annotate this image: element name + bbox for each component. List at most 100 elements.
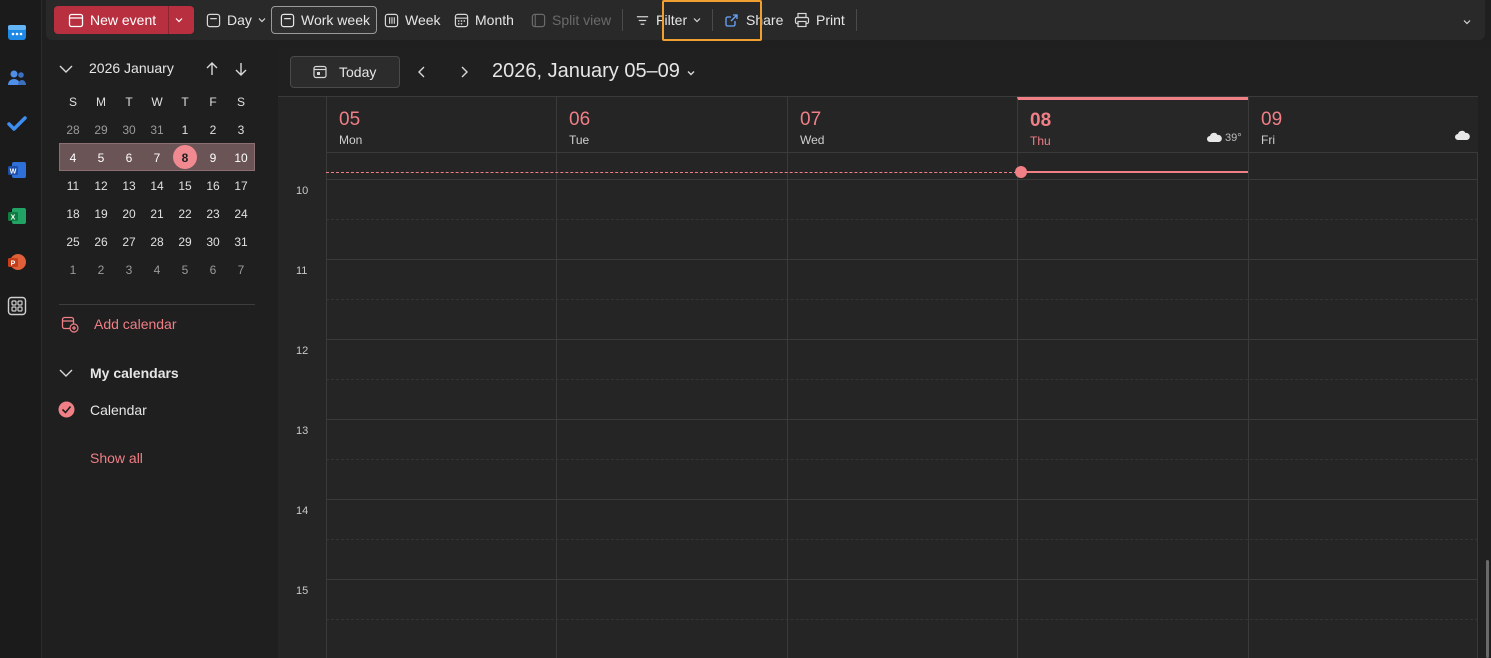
chevron-down-icon[interactable] [686, 68, 696, 78]
mini-calendar-day[interactable]: 1 [171, 116, 199, 144]
mini-calendar-day[interactable]: 31 [143, 116, 171, 144]
mini-calendar-day[interactable]: 2 [87, 256, 115, 284]
mini-calendar-day[interactable]: 27 [115, 228, 143, 256]
chevron-down-icon [1463, 20, 1471, 25]
mini-calendar-day[interactable]: 13 [115, 172, 143, 200]
hour-label: 12 [296, 345, 309, 357]
mini-calendar-day[interactable]: 6 [115, 144, 143, 172]
half-hour-line [326, 539, 1478, 540]
mini-calendar-day[interactable]: 9 [199, 144, 227, 172]
work-week-view-button[interactable]: Work week [271, 6, 377, 34]
mini-calendar-day[interactable]: 18 [59, 200, 87, 228]
mini-calendar-day[interactable]: 26 [87, 228, 115, 256]
mini-calendar-dow: T [181, 95, 189, 109]
new-event-button[interactable]: New event [54, 6, 168, 34]
vertical-scrollbar[interactable] [1486, 560, 1489, 658]
mini-calendar-day[interactable]: 3 [227, 116, 255, 144]
calendar-app-icon[interactable] [7, 22, 27, 42]
mini-calendar-day[interactable]: 15 [171, 172, 199, 200]
month-view-button[interactable]: Month [454, 6, 514, 34]
chevron-left-icon[interactable] [417, 65, 427, 79]
mini-calendar-dow: S [68, 95, 77, 109]
mini-calendar-day[interactable]: 14 [143, 172, 171, 200]
cloud-icon [1455, 130, 1470, 140]
day-header[interactable]: 09 Fri [1248, 97, 1478, 153]
mini-calendar-day[interactable]: 30 [115, 116, 143, 144]
svg-text:X: X [11, 215, 16, 222]
mini-calendar-day[interactable]: 5 [171, 256, 199, 284]
word-app-icon[interactable]: W [7, 160, 27, 180]
toolbar-expand-button[interactable] [1462, 14, 1478, 30]
people-app-icon[interactable] [7, 68, 27, 88]
mini-calendar-day[interactable]: 22 [171, 200, 199, 228]
arrow-down-icon[interactable] [234, 61, 248, 77]
checkbox-checked-icon[interactable] [58, 401, 75, 418]
day-header-today[interactable]: 08 Thu 39° [1017, 97, 1248, 153]
mini-calendar-day[interactable]: 7 [143, 144, 171, 172]
chevron-down-icon[interactable] [58, 62, 74, 76]
split-view-label: Split view [552, 12, 612, 28]
chevron-right-icon[interactable] [459, 65, 469, 79]
half-hour-line [326, 379, 1478, 380]
day-view-button[interactable]: Day [206, 6, 273, 34]
week-view-button[interactable]: Week [384, 6, 441, 34]
mini-calendar-day[interactable]: 23 [199, 200, 227, 228]
my-calendars-heading[interactable]: My calendars [90, 365, 179, 381]
mini-calendar-day[interactable]: 29 [87, 116, 115, 144]
excel-app-icon[interactable]: X [7, 206, 27, 226]
new-event-dropdown-button[interactable] [168, 6, 194, 34]
day-name: Mon [339, 133, 363, 147]
show-all-link[interactable]: Show all [90, 450, 143, 466]
mini-calendar-day[interactable]: 10 [227, 144, 255, 172]
powerpoint-app-icon[interactable]: P [7, 252, 27, 272]
day-header[interactable]: 07 Wed [787, 97, 1017, 153]
current-time-line [1017, 171, 1248, 173]
calendar-item-label[interactable]: Calendar [90, 402, 147, 418]
mini-calendar-day[interactable]: 30 [199, 228, 227, 256]
day-header[interactable]: 05 Mon [326, 97, 556, 153]
mini-calendar-day[interactable]: 5 [87, 144, 115, 172]
day-column-line [1248, 153, 1249, 658]
mini-calendar-day[interactable]: 20 [115, 200, 143, 228]
mini-calendar-day[interactable]: 6 [199, 256, 227, 284]
mini-calendar-title[interactable]: 2026 January [89, 60, 174, 76]
mini-calendar-day[interactable]: 11 [59, 172, 87, 200]
more-apps-icon[interactable] [7, 296, 27, 316]
mini-calendar-day[interactable]: 19 [87, 200, 115, 228]
mini-calendar-dow: W [151, 95, 163, 109]
current-time-line-past [326, 172, 1017, 173]
mini-calendar-day[interactable]: 28 [143, 228, 171, 256]
print-button[interactable]: Print [794, 6, 845, 34]
mini-calendar-day[interactable]: 3 [115, 256, 143, 284]
hour-line [326, 419, 1478, 420]
mini-calendar-day[interactable]: 8 [171, 144, 199, 172]
mini-calendar-day[interactable]: 25 [59, 228, 87, 256]
split-view-button[interactable]: Split view [531, 6, 611, 34]
mini-calendar-day[interactable]: 28 [59, 116, 87, 144]
today-button[interactable]: Today [290, 56, 400, 88]
todo-app-icon[interactable] [7, 114, 27, 134]
mini-calendar-day[interactable]: 17 [227, 172, 255, 200]
week-grid[interactable]: 05 Mon 06 Tue 07 Wed 08 Thu 39° 09 Fri 1… [278, 96, 1478, 658]
mini-calendar-day[interactable]: 12 [87, 172, 115, 200]
mini-calendar-day[interactable]: 31 [227, 228, 255, 256]
print-label: Print [816, 12, 845, 28]
mini-calendar-day[interactable]: 4 [143, 256, 171, 284]
chevron-down-icon[interactable] [58, 366, 74, 380]
mini-calendar-day[interactable]: 16 [199, 172, 227, 200]
add-calendar-link[interactable]: Add calendar [94, 316, 177, 332]
day-header[interactable]: 06 Tue [556, 97, 787, 153]
hour-line [326, 339, 1478, 340]
mini-calendar-day[interactable]: 2 [199, 116, 227, 144]
mini-calendar-day[interactable]: 21 [143, 200, 171, 228]
mini-calendar-day[interactable]: 24 [227, 200, 255, 228]
day-view-icon [206, 13, 221, 27]
arrow-up-icon[interactable] [205, 61, 219, 77]
mini-calendar-day[interactable]: 29 [171, 228, 199, 256]
mini-calendar-day[interactable]: 1 [59, 256, 87, 284]
mini-calendar-dow: F [209, 95, 217, 109]
today-calendar-icon [313, 65, 327, 79]
mini-calendar-day[interactable]: 7 [227, 256, 255, 284]
date-range-title[interactable]: 2026, January 05–09 [492, 60, 680, 83]
mini-calendar-day[interactable]: 4 [59, 144, 87, 172]
